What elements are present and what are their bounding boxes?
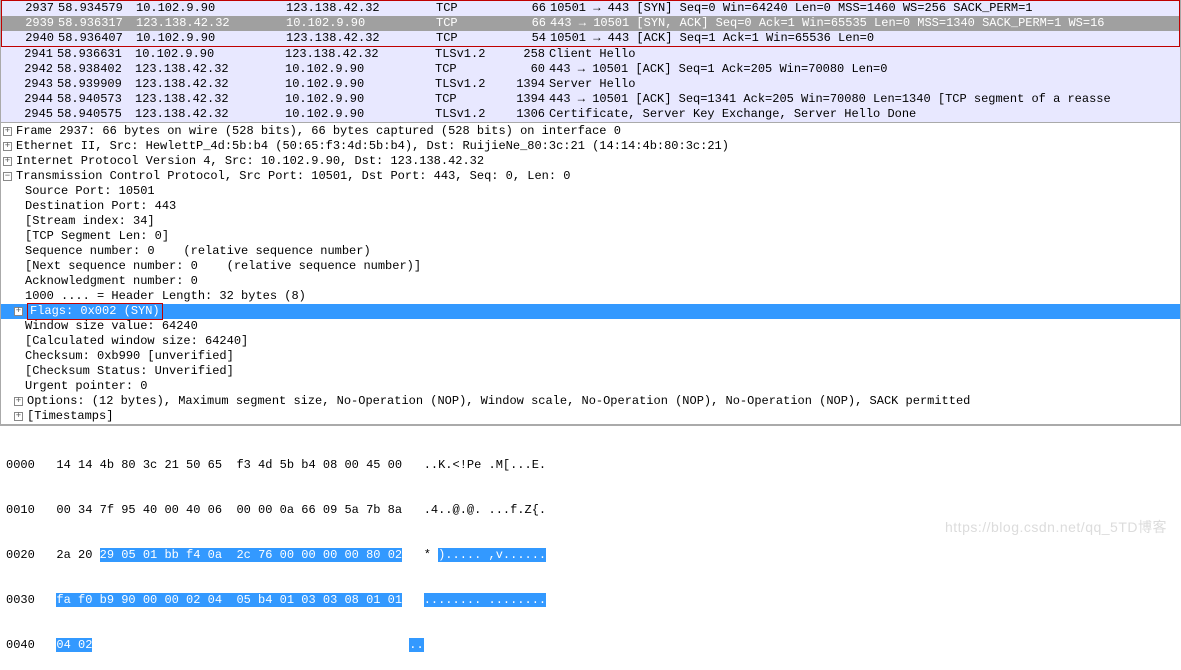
tree-flags-selected[interactable]: + Flags: 0x002 (SYN)	[1, 304, 1180, 319]
minus-icon[interactable]: −	[3, 172, 12, 181]
tree-seglen[interactable]: [TCP Segment Len: 0]	[1, 229, 1180, 244]
hex-ascii-selected: )..... ,v......	[438, 548, 546, 562]
tree-winsize[interactable]: Window size value: 64240	[1, 319, 1180, 334]
plus-icon[interactable]: +	[14, 307, 23, 316]
col-proto: TCP	[436, 1, 506, 16]
packet-row[interactable]: 2943 58.939909 123.138.42.32 10.102.9.90…	[1, 77, 1180, 92]
hex-row[interactable]: 0040 04 02 ..	[6, 638, 1175, 653]
tree-calcwin[interactable]: [Calculated window size: 64240]	[1, 334, 1180, 349]
col-time: 58.934579	[58, 1, 136, 16]
flags-highlight: Flags: 0x002 (SYN)	[27, 303, 163, 320]
col-src: 10.102.9.90	[136, 1, 286, 16]
tree-urgent[interactable]: Urgent pointer: 0	[1, 379, 1180, 394]
watermark: https://blog.csdn.net/qq_5TD博客	[945, 520, 1167, 535]
col-len: 66	[506, 1, 546, 16]
hex-row[interactable]: 0020 2a 20 29 05 01 bb f4 0a 2c 76 00 00…	[6, 548, 1175, 563]
plus-icon[interactable]: +	[14, 412, 23, 421]
tree-cksum[interactable]: Checksum: 0xb990 [unverified]	[1, 349, 1180, 364]
hex-row[interactable]: 0010 00 34 7f 95 40 00 40 06 00 00 0a 66…	[6, 503, 1175, 518]
tree-srcport[interactable]: Source Port: 10501	[1, 184, 1180, 199]
tree-dstport[interactable]: Destination Port: 443	[1, 199, 1180, 214]
tree-frame[interactable]: +Frame 2937: 66 bytes on wire (528 bits)…	[1, 124, 1180, 139]
tree-hdrlen[interactable]: 1000 .... = Header Length: 32 bytes (8)	[1, 289, 1180, 304]
plus-icon[interactable]: +	[3, 127, 12, 136]
hex-selected: fa f0 b9 90 00 00 02 04 05 b4 01 03 03 0…	[56, 593, 402, 607]
plus-icon[interactable]: +	[3, 157, 12, 166]
tree-acknum[interactable]: Acknowledgment number: 0	[1, 274, 1180, 289]
plus-icon[interactable]: +	[14, 397, 23, 406]
packet-details-tree[interactable]: +Frame 2937: 66 bytes on wire (528 bits)…	[0, 123, 1181, 425]
packet-list-pane[interactable]: 2937 58.934579 10.102.9.90 123.138.42.32…	[0, 0, 1181, 123]
tree-tcp[interactable]: −Transmission Control Protocol, Src Port…	[1, 169, 1180, 184]
tree-ckstat[interactable]: [Checksum Status: Unverified]	[1, 364, 1180, 379]
packet-row[interactable]: 2937 58.934579 10.102.9.90 123.138.42.32…	[2, 1, 1179, 16]
packet-row[interactable]: 2945 58.940575 123.138.42.32 10.102.9.90…	[1, 107, 1180, 122]
hex-selected: 29 05 01 bb f4 0a 2c 76 00 00 00 00 80 0…	[100, 548, 402, 562]
hex-view-pane[interactable]: 0000 14 14 4b 80 3c 21 50 65 f3 4d 5b b4…	[0, 425, 1181, 670]
plus-icon[interactable]: +	[3, 142, 12, 151]
tree-stream[interactable]: [Stream index: 34]	[1, 214, 1180, 229]
col-info: 10501 → 443 [SYN] Seq=0 Win=64240 Len=0 …	[550, 1, 1179, 16]
packet-row[interactable]: 2940 58.936407 10.102.9.90 123.138.42.32…	[2, 31, 1179, 46]
hex-ascii-selected: ..	[409, 638, 423, 652]
packet-row[interactable]: 2942 58.938402 123.138.42.32 10.102.9.90…	[1, 62, 1180, 77]
packet-row[interactable]: 2941 58.936631 10.102.9.90 123.138.42.32…	[1, 47, 1180, 62]
packet-row[interactable]: 2944 58.940573 123.138.42.32 10.102.9.90…	[1, 92, 1180, 107]
packet-row-selected[interactable]: 2939 58.936317 123.138.42.32 10.102.9.90…	[2, 16, 1179, 31]
tree-seqnum[interactable]: Sequence number: 0 (relative sequence nu…	[1, 244, 1180, 259]
tree-options[interactable]: +Options: (12 bytes), Maximum segment si…	[1, 394, 1180, 409]
tree-nextseq[interactable]: [Next sequence number: 0 (relative seque…	[1, 259, 1180, 274]
hex-selected: 04 02	[56, 638, 92, 652]
hex-row[interactable]: 0000 14 14 4b 80 3c 21 50 65 f3 4d 5b b4…	[6, 458, 1175, 473]
col-no: 2937	[14, 1, 54, 16]
hex-ascii-selected: ........ ........	[424, 593, 546, 607]
tree-timestamps[interactable]: +[Timestamps]	[1, 409, 1180, 424]
hex-row[interactable]: 0030 fa f0 b9 90 00 00 02 04 05 b4 01 03…	[6, 593, 1175, 608]
col-dst: 123.138.42.32	[286, 1, 436, 16]
packet-selection-box: 2937 58.934579 10.102.9.90 123.138.42.32…	[1, 0, 1180, 47]
tree-ethernet[interactable]: +Ethernet II, Src: HewlettP_4d:5b:b4 (50…	[1, 139, 1180, 154]
tree-ip[interactable]: +Internet Protocol Version 4, Src: 10.10…	[1, 154, 1180, 169]
